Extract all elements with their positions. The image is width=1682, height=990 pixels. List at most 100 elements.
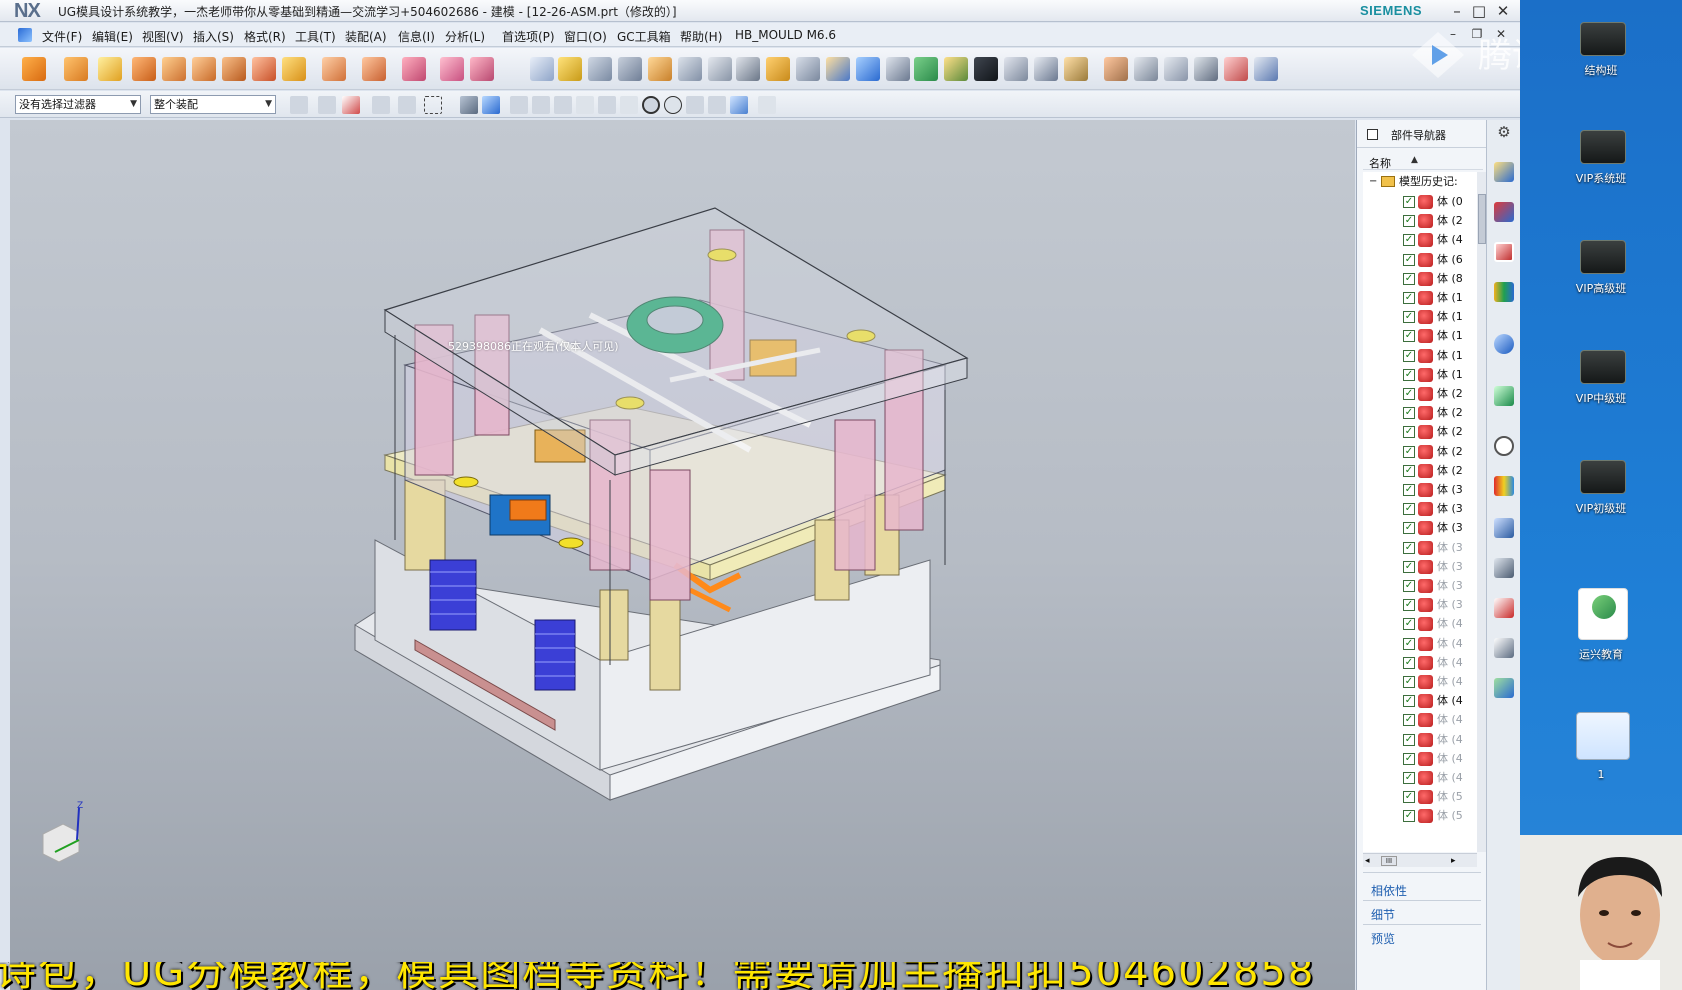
visibility-checkbox[interactable]: ✓ [1403, 752, 1415, 765]
hd3d-icon[interactable] [1494, 334, 1514, 354]
cavity-layout-icon[interactable] [192, 57, 216, 81]
mold-base-icon[interactable] [282, 57, 306, 81]
tree-row-body[interactable]: ✓ 体 (2 [1363, 384, 1477, 404]
visibility-checkbox[interactable]: ✓ [1403, 810, 1415, 823]
details-section[interactable]: 细节 [1371, 906, 1395, 923]
visibility-checkbox[interactable]: ✓ [1403, 484, 1415, 496]
navigator-column-header[interactable]: 名称 ▲ [1363, 152, 1483, 170]
sub-insert-icon[interactable] [440, 57, 464, 81]
tree-row-body[interactable]: ✓ 体 (1 [1363, 365, 1477, 385]
tree-row-body[interactable]: ✓ 体 (3 [1363, 538, 1477, 558]
tree-row-body[interactable]: ✓ 体 (2 [1363, 422, 1477, 442]
mould-assembly-model[interactable] [10, 120, 1355, 990]
visibility-checkbox[interactable]: ✓ [1403, 522, 1415, 535]
visibility-checkbox[interactable]: ✓ [1403, 215, 1415, 228]
menu-format[interactable]: 格式(R) [244, 28, 286, 45]
tree-row-body[interactable]: ✓ 体 (1 [1363, 288, 1477, 308]
tree-row-body[interactable]: ✓ 体 (3 [1363, 499, 1477, 519]
menu-view[interactable]: 视图(V) [142, 28, 184, 45]
close-icon[interactable]: ✕ [1492, 1, 1514, 21]
trim-icon[interactable] [618, 57, 642, 81]
tree-row-body[interactable]: ✓ 体 (2 [1363, 442, 1477, 462]
snap-end-icon[interactable] [532, 96, 550, 114]
visibility-checkbox[interactable]: ✓ [1403, 234, 1415, 247]
runner-icon[interactable] [530, 57, 554, 81]
visibility-checkbox[interactable]: ✓ [1403, 464, 1415, 477]
tree-row-body[interactable]: ✓ 体 (2 [1363, 461, 1477, 481]
visibility-checkbox[interactable]: ✓ [1403, 253, 1415, 266]
history-icon[interactable] [1494, 436, 1514, 456]
move-icon[interactable] [826, 57, 850, 81]
visibility-checkbox[interactable]: ✓ [1403, 388, 1415, 400]
select-parts-icon[interactable] [290, 96, 308, 114]
visibility-checkbox[interactable]: ✓ [1403, 407, 1415, 420]
cooling-icon[interactable] [558, 57, 582, 81]
stack-icon[interactable] [766, 57, 790, 81]
user-icon[interactable] [1104, 57, 1128, 81]
report-icon[interactable] [1254, 57, 1278, 81]
tree-row-body[interactable]: ✓ 体 (3 [1363, 595, 1477, 615]
snap-point-icon[interactable] [510, 96, 528, 114]
visibility-checkbox[interactable]: ✓ [1403, 272, 1415, 285]
tree-row-body[interactable]: ✓ 体 (4 [1363, 634, 1477, 654]
menu-help[interactable]: 帮助(H) [680, 28, 722, 45]
menu-tools[interactable]: 工具(T) [295, 28, 336, 45]
tree-row-body[interactable]: ✓ 体 (4 [1363, 230, 1477, 250]
database-icon[interactable] [1224, 57, 1248, 81]
eye-icon[interactable] [1194, 57, 1218, 81]
process-studio-icon[interactable] [1494, 518, 1514, 538]
system-scenes-icon[interactable] [1494, 638, 1514, 658]
maximize-icon[interactable]: □ [1468, 1, 1490, 21]
tree-row-body[interactable]: ✓ 体 (1 [1363, 346, 1477, 366]
visibility-checkbox[interactable]: ✓ [1403, 772, 1415, 784]
film-icon[interactable] [974, 57, 998, 81]
tree-row-body[interactable]: ✓ 体 (4 [1363, 730, 1477, 750]
tree-row-body[interactable]: ✓ 体 (5 [1363, 806, 1477, 826]
tree-row-body[interactable]: ✓ 体 (8 [1363, 269, 1477, 289]
section-icon[interactable] [886, 57, 910, 81]
visibility-checkbox[interactable]: ✓ [1403, 541, 1415, 554]
standard-part-icon[interactable] [322, 57, 346, 81]
visibility-checkbox[interactable]: ✓ [1403, 714, 1415, 727]
gear-icon[interactable]: ⚙ [1494, 122, 1514, 142]
tree-row-body[interactable]: ✓ 体 (2 [1363, 211, 1477, 231]
list-icon[interactable] [1134, 57, 1158, 81]
chart-icon[interactable] [944, 57, 968, 81]
graphics-viewport[interactable]: 529398086正在观看(仅本人可见) Z [10, 120, 1355, 990]
visibility-checkbox[interactable]: ✓ [1403, 599, 1415, 612]
visibility-checkbox[interactable]: ✓ [1403, 618, 1415, 631]
panel-icon[interactable] [1164, 57, 1188, 81]
visibility-checkbox[interactable]: ✓ [1403, 676, 1415, 688]
electrode-icon[interactable] [588, 57, 612, 81]
part-navigator-icon[interactable] [1494, 242, 1514, 262]
house-icon[interactable] [914, 57, 938, 81]
pocket-icon[interactable] [648, 57, 672, 81]
tree-row-body[interactable]: ✓ 体 (4 [1363, 614, 1477, 634]
bom-icon[interactable] [678, 57, 702, 81]
hscroll-thumb[interactable]: III [1381, 856, 1397, 866]
menu-gc-toolkit[interactable]: GC工具箱 [617, 28, 671, 45]
shaded-icon[interactable] [460, 96, 478, 114]
type-filter-icon[interactable] [318, 96, 336, 114]
visibility-checkbox[interactable]: ✓ [1403, 292, 1415, 304]
tree-row-body[interactable]: ✓ 体 (6 [1363, 250, 1477, 270]
deselect-icon[interactable] [398, 96, 416, 114]
palette-icon[interactable] [1494, 476, 1514, 496]
tree-row-body[interactable]: ✓ 体 (2 [1363, 403, 1477, 423]
tree-row-body[interactable]: ✓ 体 (4 [1363, 672, 1477, 692]
menu-edit[interactable]: 编辑(E) [92, 28, 133, 45]
move-select-icon[interactable] [372, 96, 390, 114]
visibility-checkbox[interactable]: ✓ [1403, 503, 1415, 516]
pin-icon[interactable] [1367, 129, 1378, 140]
snap-perpendicular-icon[interactable] [620, 96, 638, 114]
visibility-checkbox[interactable]: ✓ [1403, 426, 1415, 439]
visibility-checkbox[interactable]: ✓ [1403, 445, 1415, 458]
snap-intersect-icon[interactable] [598, 96, 616, 114]
tree-row-body[interactable]: ✓ 体 (4 [1363, 653, 1477, 673]
menu-insert[interactable]: 插入(S) [193, 28, 234, 45]
slider-icon[interactable] [402, 57, 426, 81]
ejector-pin-icon[interactable] [362, 57, 386, 81]
tree-row-body[interactable]: ✓ 体 (4 [1363, 691, 1477, 711]
select-all-icon[interactable] [342, 96, 360, 114]
scroll-left-icon[interactable]: ◂ [1365, 854, 1370, 868]
